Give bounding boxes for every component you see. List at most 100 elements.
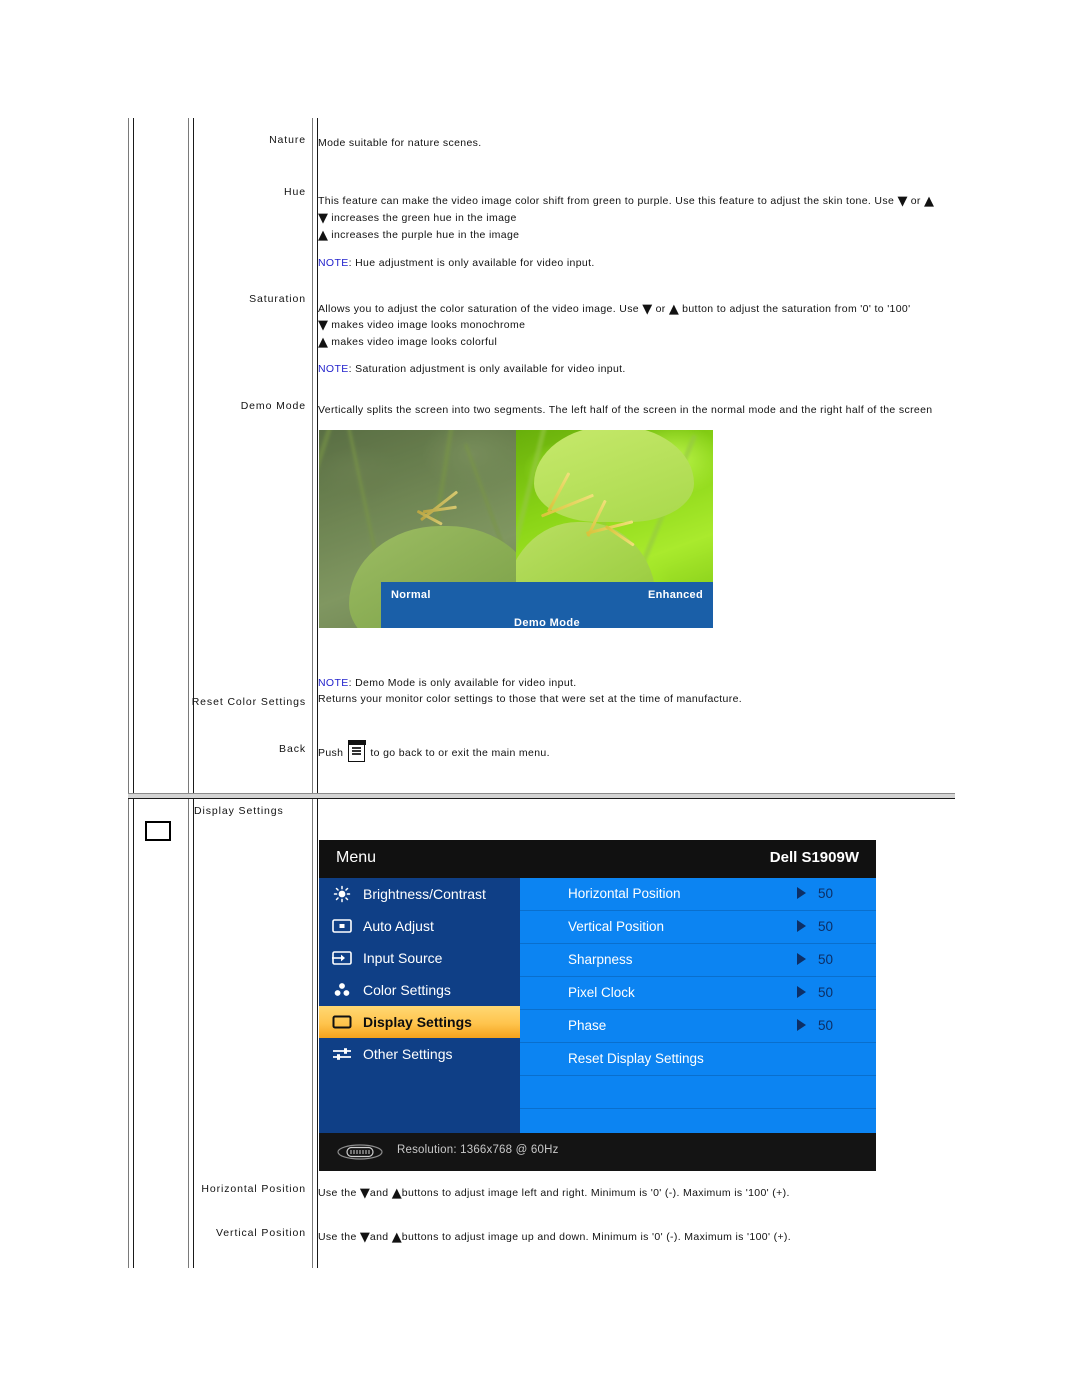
right-arrow-icon [797, 887, 806, 899]
osd-item-label: Brightness/Contrast [363, 886, 486, 902]
hue-down-description: increases the green hue in the image [331, 212, 517, 224]
demo-mode-description: Vertically splits the screen into two se… [318, 404, 933, 416]
down-chevron-icon: ▼ [359, 1230, 370, 1245]
brightness-icon [331, 885, 353, 903]
vga-connector-icon [335, 1144, 385, 1160]
auto-adjust-icon [331, 917, 353, 935]
back-rest-text: to go back to or exit the main menu. [370, 747, 550, 759]
osd-item-label: Other Settings [363, 1046, 453, 1062]
table-border-icon-col [188, 118, 194, 1268]
saturation-up-description: makes video image looks colorful [331, 336, 498, 348]
row-label-hue: Hue [284, 186, 306, 198]
osd-item-label: Color Settings [363, 982, 451, 998]
saturation-down-description: makes video image looks monochrome [331, 319, 526, 331]
osd-subitem-label: Sharpness [568, 952, 633, 967]
osd-subitem-label: Pixel Clock [568, 985, 635, 1000]
osd-subitem-value: 50 [818, 886, 834, 901]
table-section-divider [128, 793, 955, 799]
osd-subitem-value: 50 [818, 985, 834, 1000]
osd-model-name: Dell S1909W [769, 849, 859, 866]
hue-note-text: : Hue adjustment is only available for v… [348, 257, 595, 269]
osd-footer-resolution: Resolution: 1366x768 @ 60Hz [397, 1144, 559, 1156]
reset-color-settings-description: Returns your monitor color settings to t… [318, 693, 743, 705]
input-source-icon [331, 949, 353, 967]
right-arrow-icon [797, 953, 806, 965]
hue-up-description: increases the purple hue in the image [331, 229, 520, 241]
demo-mode-caption-banner: Normal Enhanced Demo Mode [381, 582, 713, 628]
osd-subitem-vertical-position[interactable]: Vertical Position 50 [520, 911, 876, 944]
osd-subitem-value: 50 [818, 1018, 834, 1033]
osd-subitem-label: Phase [568, 1018, 607, 1033]
osd-title-bar: Menu Dell S1909W [319, 840, 876, 878]
osd-subitem-label: Reset Display Settings [568, 1051, 704, 1066]
osd-subitem-value: 50 [818, 919, 834, 934]
osd-subitem-pixel-clock[interactable]: Pixel Clock 50 [520, 977, 876, 1010]
down-chevron-icon: ▼ [359, 1186, 370, 1201]
row-label-back: Back [279, 743, 306, 755]
osd-item-display-settings[interactable]: Display Settings [319, 1006, 520, 1038]
osd-item-label: Input Source [363, 950, 443, 966]
demo-mode-figure: Normal Enhanced Demo Mode [319, 430, 713, 628]
other-settings-icon [331, 1045, 353, 1063]
osd-subitem-label: Horizontal Position [568, 886, 681, 901]
row-label-saturation: Saturation [249, 293, 306, 305]
osd-category-list: Brightness/Contrast Auto Adjust Input So… [319, 878, 520, 1133]
osd-subitem-empty [520, 1076, 876, 1109]
hpos-text-b: buttons to adjust image left and right. … [401, 1187, 790, 1199]
demo-caption-enhanced: Enhanced [648, 589, 703, 601]
osd-item-label: Auto Adjust [363, 918, 434, 934]
demo-caption-title: Demo Mode [514, 617, 580, 628]
right-arrow-icon [797, 986, 806, 998]
osd-item-input-source[interactable]: Input Source [319, 942, 520, 974]
up-chevron-icon: ▲ [668, 302, 679, 317]
osd-item-auto-adjust[interactable]: Auto Adjust [319, 910, 520, 942]
row-label-demo-mode: Demo Mode [240, 400, 306, 412]
osd-footer-bar: Resolution: 1366x768 @ 60Hz [319, 1133, 876, 1171]
vpos-and-text: and [369, 1231, 389, 1243]
osd-menu: Menu Dell S1909W Brightness/Contrast Aut… [319, 840, 876, 1171]
osd-subitem-reset-display-settings[interactable]: Reset Display Settings [520, 1043, 876, 1076]
display-settings-icon [331, 1013, 353, 1031]
row-label-nature: Nature [269, 134, 306, 146]
vpos-text-b: buttons to adjust image up and down. Min… [401, 1231, 792, 1243]
osd-item-brightness-contrast[interactable]: Brightness/Contrast [319, 878, 520, 910]
osd-item-color-settings[interactable]: Color Settings [319, 974, 520, 1006]
menu-button-icon [347, 739, 366, 762]
osd-subitem-horizontal-position[interactable]: Horizontal Position 50 [520, 878, 876, 911]
saturation-note-prefix: NOTE [318, 363, 349, 375]
up-chevron-icon: ▲ [318, 335, 328, 350]
table-border-left [128, 118, 134, 1268]
osd-subitem-label: Vertical Position [568, 919, 665, 934]
osd-subitem-sharpness[interactable]: Sharpness 50 [520, 944, 876, 977]
down-chevron-icon: ▼ [642, 302, 653, 317]
hue-or-text: or [910, 195, 921, 207]
row-label-horizontal-position: Horizontal Position [201, 1183, 306, 1195]
osd-subitem-phase[interactable]: Phase 50 [520, 1010, 876, 1043]
right-arrow-icon [797, 1019, 806, 1031]
saturation-note-text: : Saturation adjustment is only availabl… [348, 363, 626, 375]
hpos-and-text: and [369, 1187, 389, 1199]
demo-caption-normal: Normal [391, 589, 431, 601]
down-chevron-icon: ▼ [318, 318, 328, 333]
nature-description: Mode suitable for nature scenes. [318, 137, 482, 149]
osd-menu-title: Menu [336, 849, 377, 866]
display-settings-section-icon [145, 821, 171, 841]
demo-note-text: : Demo Mode is only available for video … [348, 677, 577, 689]
color-settings-icon [331, 981, 353, 999]
saturation-description-text-2: button to adjust the saturation from '0'… [682, 303, 911, 315]
down-chevron-icon: ▼ [318, 211, 328, 226]
right-arrow-icon [797, 920, 806, 932]
osd-item-other-settings[interactable]: Other Settings [319, 1038, 520, 1070]
saturation-or-text: or [655, 303, 666, 315]
hue-note-prefix: NOTE [318, 257, 349, 269]
osd-item-label: Display Settings [363, 1014, 472, 1030]
hpos-text-a: Use the [318, 1187, 357, 1199]
saturation-description-text: Allows you to adjust the color saturatio… [318, 303, 639, 315]
row-label-display-settings: Display Settings [194, 805, 284, 817]
row-label-vertical-position: Vertical Position [215, 1227, 306, 1239]
back-push-text: Push [318, 747, 344, 759]
down-chevron-icon: ▼ [897, 194, 908, 209]
demo-note-prefix: NOTE [318, 677, 349, 689]
up-chevron-icon: ▲ [924, 194, 935, 209]
up-chevron-icon: ▲ [318, 228, 328, 243]
